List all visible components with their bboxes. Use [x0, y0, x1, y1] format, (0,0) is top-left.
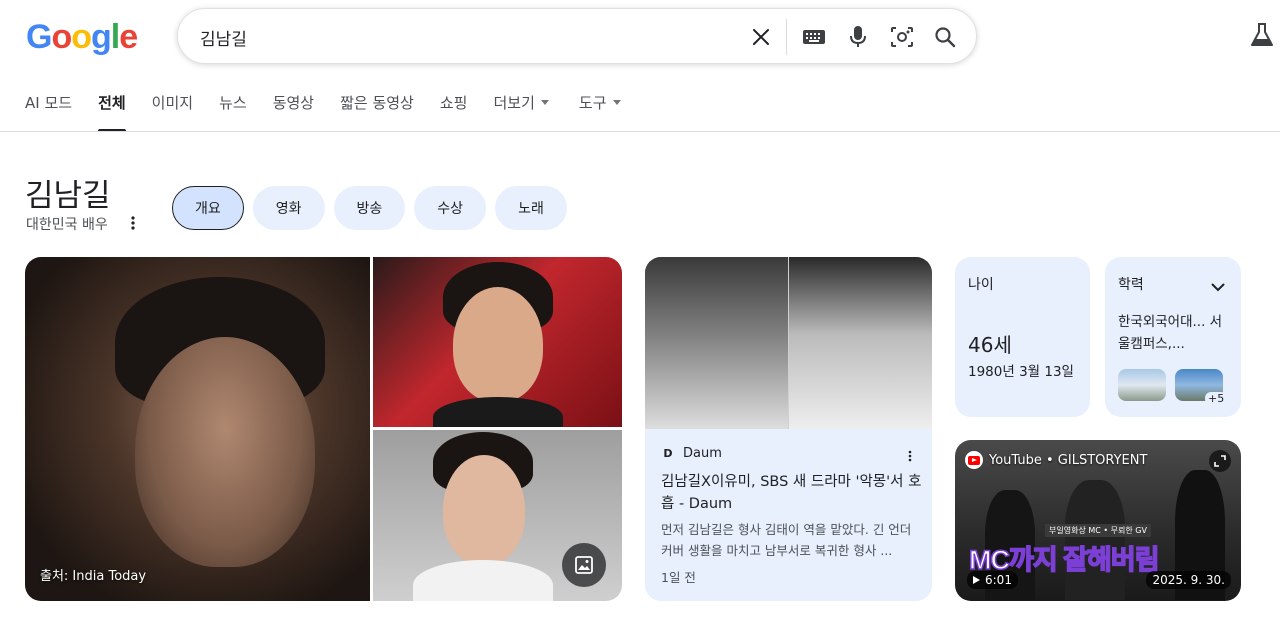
news-snippet: 먼저 김남길은 형사 김태이 역을 맡았다. 긴 언더커버 생활을 마치고 남부…	[661, 522, 912, 558]
logo-letter: l	[110, 18, 121, 56]
photo-face	[453, 287, 543, 402]
news-source-name: Daum	[683, 446, 722, 461]
tab-shopping[interactable]: 쇼핑	[440, 92, 468, 132]
age-card[interactable]: 나이 46세 1980년 3월 13일	[955, 257, 1090, 417]
news-source: D Daum	[661, 446, 722, 461]
news-time: 1일 전	[661, 570, 696, 585]
age-value: 46세	[968, 333, 1012, 357]
tab-more[interactable]: 더보기	[493, 92, 549, 132]
search-divider	[786, 19, 787, 55]
education-value: 한국외국어대... 서울캠퍼스,...	[1118, 314, 1223, 352]
entity-subtitle: 대한민국 배우	[26, 217, 108, 233]
entity-title: 김남길	[25, 178, 111, 214]
tab-label: 쇼핑	[439, 94, 468, 112]
mic-icon[interactable]	[843, 22, 873, 52]
birth-date: 1980년 3월 13일	[968, 364, 1074, 380]
tab-news[interactable]: 뉴스	[219, 92, 247, 132]
video-card[interactable]: YouTube • GILSTORYENT 부일영화상 MC • 무뢰한 GV …	[955, 440, 1241, 601]
video-caption-small: 부일영화상 MC • 무뢰한 GV	[1045, 524, 1151, 537]
video-date: 2025. 9. 30.	[1146, 571, 1231, 589]
chip-songs[interactable]: 노래	[495, 186, 567, 230]
photo-face	[135, 337, 315, 567]
tab-videos[interactable]: 동영상	[273, 92, 314, 132]
expand-icon[interactable]	[1209, 450, 1231, 472]
news-more-icon[interactable]	[908, 447, 912, 466]
logo-letter: o	[71, 18, 92, 56]
video-duration-text: 6:01	[985, 573, 1012, 587]
play-icon	[973, 576, 980, 584]
tab-label: 전체	[98, 94, 126, 112]
entity-image-main[interactable]: 출처: India Today	[25, 257, 370, 601]
tab-label: 이미지	[151, 94, 194, 112]
chip-awards[interactable]: 수상	[414, 186, 487, 230]
tab-tools[interactable]: 도구	[579, 92, 621, 132]
photo-shirt	[413, 560, 553, 601]
chevron-down-icon[interactable]	[1211, 277, 1225, 296]
keyboard-icon[interactable]	[799, 22, 829, 52]
daum-logo-icon: D	[663, 447, 673, 460]
video-channel-name: YouTube • GILSTORYENT	[989, 452, 1148, 468]
labs-flask-icon[interactable]	[1250, 22, 1278, 50]
caret-down-icon	[612, 100, 621, 105]
video-channel: YouTube • GILSTORYENT	[965, 451, 1147, 469]
entity-chips: 개요 영화 방송 수상 노래	[172, 186, 576, 230]
google-logo[interactable]: Google	[26, 18, 138, 57]
photo-shirt	[433, 397, 563, 427]
caret-down-icon	[540, 100, 549, 105]
search-tabs: AI 모드 전체 이미지 뉴스 동영상 짧은 동영상 쇼핑 더보기 도구	[25, 92, 647, 132]
news-card[interactable]: D Daum 김남길X이유미, SBS 새 드라마 '악몽'서 호흡 - Dau…	[645, 257, 932, 601]
chip-tv[interactable]: 방송	[333, 186, 406, 230]
image-credit: 출처: India Today	[40, 569, 147, 584]
education-thumbnail[interactable]	[1118, 369, 1166, 401]
tab-short-videos[interactable]: 짧은 동영상	[340, 92, 414, 132]
logo-letter: o	[51, 18, 72, 56]
tabs-divider	[0, 131, 1280, 132]
tab-label: 더보기	[493, 94, 535, 112]
search-input[interactable]: 김남길	[200, 25, 247, 50]
tab-images[interactable]: 이미지	[152, 92, 193, 132]
logo-letter: e	[119, 18, 138, 56]
view-images-button[interactable]	[562, 543, 606, 587]
search-icon[interactable]	[930, 22, 960, 52]
logo-letter: G	[26, 18, 52, 56]
education-more-count: +5	[1205, 392, 1228, 405]
age-label: 나이	[968, 277, 994, 293]
more-options-icon[interactable]	[130, 214, 136, 232]
logo-letter: g	[91, 18, 112, 56]
youtube-icon	[965, 451, 983, 469]
news-photo-right	[789, 257, 932, 429]
entity-image-top-right[interactable]	[373, 257, 622, 427]
tab-label: 도구	[578, 94, 607, 112]
news-image	[645, 257, 932, 429]
news-title[interactable]: 김남길X이유미, SBS 새 드라마 '악몽'서 호흡 - Daum	[661, 471, 923, 515]
image-icon	[575, 556, 593, 574]
tab-ai-mode[interactable]: AI 모드	[25, 92, 72, 132]
tab-label: 동영상	[272, 94, 315, 112]
camera-icon[interactable]	[887, 22, 917, 52]
tab-all[interactable]: 전체	[98, 92, 126, 132]
video-duration: 6:01	[967, 571, 1018, 589]
chip-movies[interactable]: 영화	[252, 186, 325, 230]
education-label: 학력	[1118, 277, 1144, 293]
tab-label: AI 모드	[25, 94, 73, 112]
tab-label: 뉴스	[219, 94, 247, 112]
chip-overview[interactable]: 개요	[172, 186, 244, 230]
close-icon[interactable]	[746, 22, 776, 52]
news-photo-left	[645, 257, 788, 429]
entity-image-bottom-right[interactable]	[373, 430, 622, 601]
tab-label: 짧은 동영상	[340, 94, 414, 112]
search-box[interactable]: 김남길	[177, 8, 977, 64]
education-card[interactable]: 학력 한국외국어대... 서울캠퍼스,... +5	[1105, 257, 1241, 417]
photo-face	[443, 455, 525, 565]
